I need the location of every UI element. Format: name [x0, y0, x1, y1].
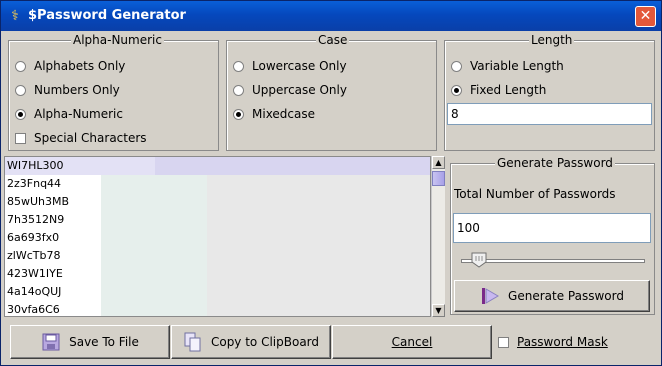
generate-password-group: Generate Password Total Number of Passwo…	[450, 156, 655, 315]
case-legend: Case	[316, 33, 350, 47]
password-text: 85wUh3MB	[7, 195, 70, 208]
length-group: Length Variable Length Fixed Length 8	[444, 33, 655, 151]
total-passwords-label: Total Number of Passwords	[454, 187, 616, 201]
radio-circle	[233, 84, 244, 96]
generate-password-legend: Generate Password	[495, 156, 615, 170]
list-item[interactable]: 30vfa6C6	[5, 301, 430, 316]
radio-circle	[15, 60, 26, 72]
password-text: WI7HL300	[7, 159, 64, 172]
list-item-selected[interactable]: WI7HL300	[5, 157, 430, 175]
radio-circle-selected	[233, 108, 244, 120]
alpha-numeric-group: Alpha-Numeric Alphabets Only Numbers Onl…	[8, 33, 219, 151]
checkbox-label: Special Characters	[34, 131, 147, 145]
radio-variable-length[interactable]: Variable Length	[451, 57, 564, 75]
radio-label: Mixedcase	[252, 107, 316, 121]
radio-circle	[451, 60, 462, 72]
caduceus-icon: ⚕	[11, 8, 19, 24]
length-input[interactable]: 8	[447, 103, 652, 125]
list-item[interactable]: 4a14oQUJ	[5, 283, 430, 301]
password-list[interactable]: WI7HL300 2z3Fnq44 85wUh3MB 7h3512N9 6a69…	[4, 156, 431, 317]
total-passwords-input[interactable]: 100	[453, 213, 651, 243]
password-generator-window: ⚕ $Password Generator ✕ Alpha-Numeric Al…	[0, 0, 662, 366]
copy-to-clipboard-button[interactable]: Copy to ClipBoard	[171, 325, 331, 359]
radio-lowercase-only[interactable]: Lowercase Only	[233, 57, 347, 75]
generate-bar-icon	[480, 286, 500, 306]
save-to-file-label: Save To File	[69, 335, 139, 349]
password-mask-checkbox[interactable]: Password Mask	[498, 333, 608, 351]
password-text: 423W1IYE	[7, 267, 63, 280]
cancel-label: Cancel	[391, 335, 433, 349]
radio-alpha-numeric[interactable]: Alpha-Numeric	[15, 105, 123, 123]
window-title: $Password Generator	[28, 8, 186, 23]
list-item[interactable]: 6a693fx0	[5, 229, 430, 247]
floppy-disk-icon	[41, 332, 61, 352]
scroll-down-arrow-icon[interactable]: ▼	[432, 304, 445, 317]
copy-documents-icon	[183, 332, 203, 352]
radio-fixed-length[interactable]: Fixed Length	[451, 81, 546, 99]
radio-label: Variable Length	[470, 59, 564, 73]
cancel-button[interactable]: Cancel	[332, 325, 492, 359]
radio-circle-selected	[451, 84, 462, 96]
password-text: 6a693fx0	[7, 231, 60, 244]
password-text: 30vfa6C6	[7, 303, 60, 316]
radio-uppercase-only[interactable]: Uppercase Only	[233, 81, 347, 99]
radio-label: Uppercase Only	[252, 83, 347, 97]
close-button[interactable]: ✕	[635, 6, 656, 27]
length-legend: Length	[529, 33, 575, 47]
alpha-numeric-legend: Alpha-Numeric	[71, 33, 164, 47]
checkbox-box	[498, 336, 509, 348]
case-group: Case Lowercase Only Uppercase Only Mixed…	[226, 33, 437, 151]
radio-label: Numbers Only	[34, 83, 120, 97]
password-mask-label: Password Mask	[517, 335, 608, 349]
radio-mixedcase[interactable]: Mixedcase	[233, 105, 315, 123]
radio-alphabets-only[interactable]: Alphabets Only	[15, 57, 125, 75]
copy-to-clipboard-label: Copy to ClipBoard	[210, 335, 320, 349]
radio-label: Fixed Length	[470, 83, 547, 97]
password-count-slider-track[interactable]	[461, 259, 645, 263]
password-text: 4a14oQUJ	[7, 285, 62, 298]
password-count-slider-thumb[interactable]	[471, 252, 487, 268]
radio-numbers-only[interactable]: Numbers Only	[15, 81, 120, 99]
password-text: 7h3512N9	[7, 213, 65, 226]
title-bar[interactable]: ⚕ $Password Generator ✕	[1, 1, 661, 31]
checkbox-box	[15, 132, 26, 144]
list-item[interactable]: 2z3Fnq44	[5, 175, 430, 193]
radio-label: Alpha-Numeric	[34, 107, 123, 121]
radio-circle	[233, 60, 244, 72]
scroll-up-arrow-icon[interactable]: ▲	[432, 156, 445, 169]
radio-label: Lowercase Only	[252, 59, 347, 73]
list-scrollbar[interactable]: ▲ ▼	[431, 156, 445, 317]
radio-circle	[15, 84, 26, 96]
list-item[interactable]: 7h3512N9	[5, 211, 430, 229]
list-item[interactable]: zlWcTb78	[5, 247, 430, 265]
save-to-file-button[interactable]: Save To File	[10, 325, 170, 359]
password-text: 2z3Fnq44	[7, 177, 62, 190]
special-characters-checkbox[interactable]: Special Characters	[15, 129, 147, 147]
generate-password-button[interactable]: Generate Password	[454, 280, 650, 312]
scroll-thumb[interactable]	[432, 171, 445, 186]
radio-label: Alphabets Only	[34, 59, 126, 73]
list-item[interactable]: 85wUh3MB	[5, 193, 430, 211]
password-text: zlWcTb78	[7, 249, 61, 262]
radio-circle-selected	[15, 108, 26, 120]
generate-password-label: Generate Password	[508, 289, 624, 303]
list-item[interactable]: 423W1IYE	[5, 265, 430, 283]
